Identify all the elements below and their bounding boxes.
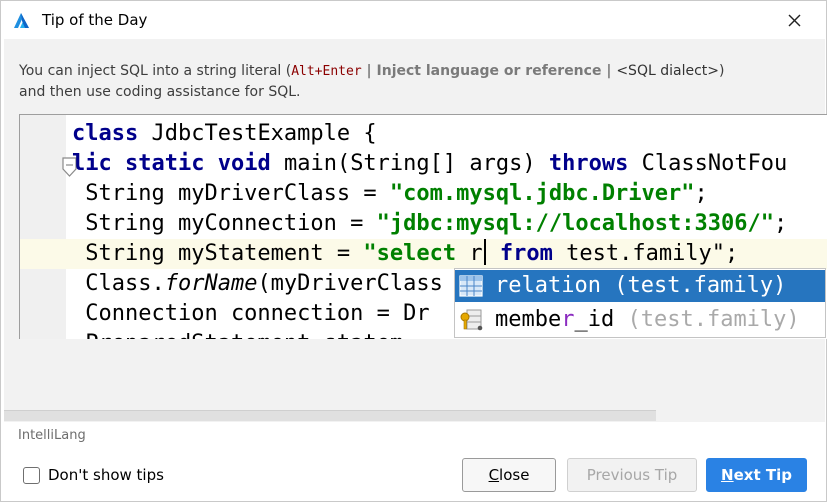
completion-item-selected[interactable]: relation (test.family): [455, 270, 825, 302]
code-text: JdbcTestExample {: [138, 121, 377, 146]
editor-gutter: [20, 115, 66, 339]
text-cursor: [483, 239, 486, 265]
tip-separator: |: [361, 63, 377, 79]
code-text: ClassNotFou: [628, 151, 788, 176]
code-text: ;: [774, 211, 788, 236]
tip-of-the-day-dialog: Tip of the Day You can inject SQL into a…: [0, 0, 827, 502]
completion-popup: relation (test.family) member_id (test.f…: [454, 268, 826, 338]
code-line: String myDriverClass = "com.mysql.jdbc.D…: [72, 179, 787, 209]
tip-shortcut: Alt+Enter: [291, 64, 362, 79]
horizontal-scrollbar[interactable]: [4, 410, 656, 421]
code-string: "jdbc:mysql://localhost:3306/": [376, 211, 774, 236]
key-column-icon: [460, 309, 483, 331]
code-text: ;: [725, 241, 739, 266]
close-icon[interactable]: [779, 5, 809, 35]
close-mnemonic: C: [488, 466, 500, 484]
completion-hint: (test.family): [600, 273, 787, 298]
code-keyword: void: [217, 151, 271, 176]
checkbox-box[interactable]: [23, 466, 40, 484]
completion-label: member_id (test.family): [495, 304, 800, 336]
next-tip-button[interactable]: Next Tip: [706, 458, 807, 492]
sql-keyword: from: [486, 241, 553, 266]
code-line-current: String myStatement = "select r from test…: [72, 239, 787, 269]
code-keyword: static: [125, 151, 205, 176]
title-bar: Tip of the Day: [1, 1, 826, 39]
code-text: main(String[] args): [270, 151, 549, 176]
code-text: String myDriverClass =: [72, 181, 390, 206]
next-mnemonic: N: [721, 466, 734, 484]
completion-item[interactable]: member_id (test.family): [455, 304, 825, 336]
code-keyword: class: [72, 121, 139, 146]
intellij-app-icon: [14, 13, 29, 28]
tip-source-plugin: IntelliLang: [18, 428, 86, 443]
code-text: PreparedStatement statem: [72, 331, 403, 339]
table-icon: [459, 275, 483, 297]
code-typed-text: r: [469, 241, 483, 266]
code-string: "select: [363, 241, 470, 266]
code-text: Connection connection = Dr: [72, 301, 430, 326]
previous-tip-label: Previous Tip: [586, 466, 678, 484]
code-text: ;: [694, 181, 708, 206]
previous-tip-button[interactable]: Previous Tip: [567, 458, 697, 492]
tip-separator-2: |: [601, 63, 617, 79]
completion-name: relation: [495, 273, 601, 298]
tip-paren-close: ): [719, 63, 725, 79]
code-text: (myDriverClass: [257, 271, 443, 296]
code-text: test.family": [552, 241, 726, 266]
tip-action: Inject language or reference: [376, 63, 602, 79]
code-keyword: lic: [72, 151, 112, 176]
tip-text-line2: and then use coding assistance for SQL.: [19, 84, 301, 100]
tip-dialect: <SQL dialect>: [616, 63, 719, 79]
tip-description: You can inject SQL into a string literal…: [19, 61, 809, 102]
close-button[interactable]: Close: [462, 458, 556, 492]
code-text: String myConnection =: [72, 211, 377, 236]
close-label: lose: [499, 466, 530, 484]
completion-hint: (test.family): [614, 307, 800, 332]
code-method: forName: [164, 271, 258, 296]
code-string: "com.mysql.jdbc.Driver": [389, 181, 695, 206]
code-text: Class.: [72, 271, 165, 296]
completion-match: r: [561, 307, 575, 332]
code-line: class JdbcTestExample {: [72, 119, 787, 149]
dont-show-tips-label: Don't show tips: [48, 466, 164, 484]
next-tip-label: ext Tip: [733, 466, 792, 484]
code-line: lic static void main(String[] args) thro…: [72, 149, 787, 179]
completion-label: relation (test.family): [495, 270, 786, 302]
completion-name: _id: [574, 307, 615, 332]
tip-text-start: You can inject SQL into a string literal…: [19, 63, 292, 79]
window-title: Tip of the Day: [42, 11, 148, 29]
code-text: String myStatement =: [72, 241, 364, 266]
code-line: String myConnection = "jdbc:mysql://loca…: [72, 209, 787, 239]
code-keyword: throws: [548, 151, 629, 176]
dont-show-tips-checkbox[interactable]: Don't show tips: [23, 465, 164, 485]
completion-name: membe: [495, 307, 562, 332]
